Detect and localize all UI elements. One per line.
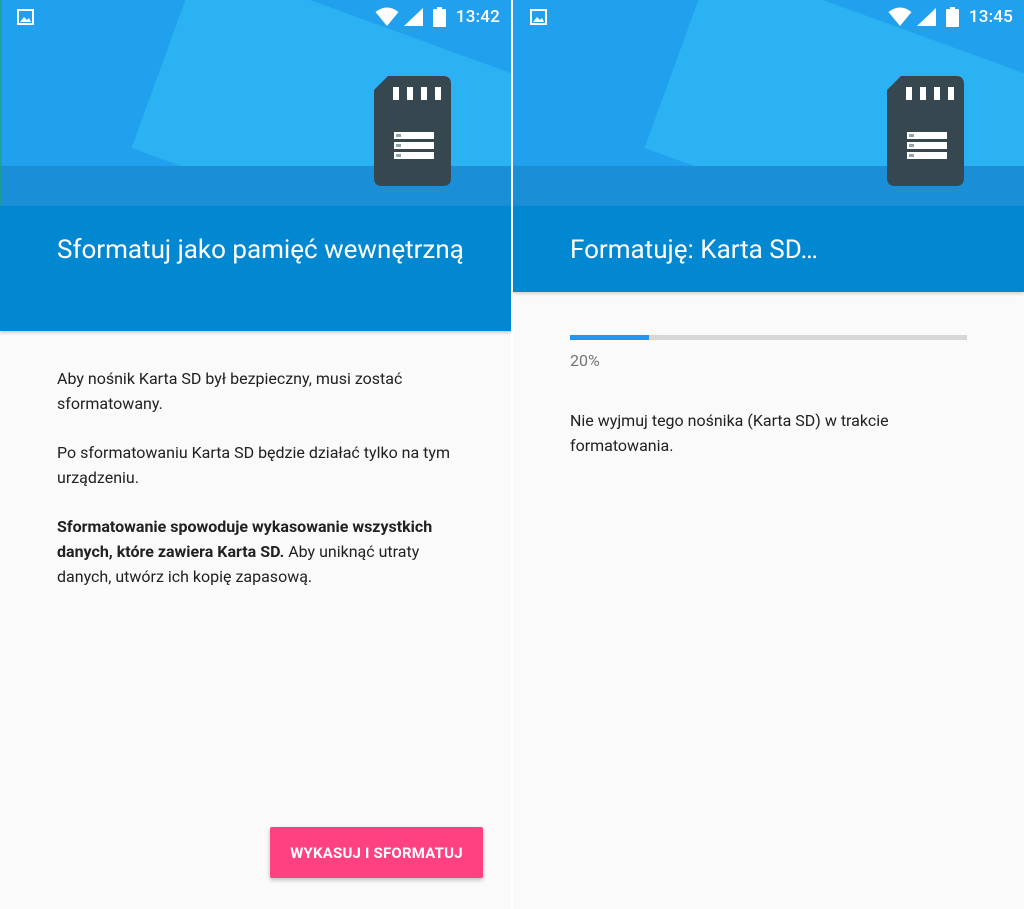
wifi-icon bbox=[375, 7, 399, 26]
description-paragraph: Aby nośnik Karta SD był bezpieczny, musi… bbox=[57, 369, 403, 413]
battery-icon bbox=[945, 7, 959, 27]
title-bar: Formatuję: Karta SD… bbox=[513, 206, 1024, 292]
status-bar: 13:45 bbox=[513, 0, 1024, 34]
status-bar-time: 13:45 bbox=[968, 7, 1013, 27]
image-notification-icon bbox=[17, 9, 34, 25]
battery-icon bbox=[432, 7, 446, 27]
sd-card-icon bbox=[374, 76, 451, 186]
formatting-progress-screen: 13:45 Formatuję: Karta SD… 20% Nie wyjmu… bbox=[513, 0, 1024, 909]
page-title: Formatuję: Karta SD… bbox=[570, 235, 818, 265]
signal-icon bbox=[916, 8, 936, 26]
status-bar-time: 13:42 bbox=[455, 7, 500, 27]
page-title: Sformatuj jako pamięć wewnętrzną bbox=[57, 235, 464, 265]
formatting-message: Nie wyjmuj tego nośnika (Karta SD) w tra… bbox=[570, 411, 889, 455]
title-bar: Sformatuj jako pamięć wewnętrzną bbox=[0, 206, 511, 331]
image-notification-icon bbox=[530, 9, 547, 25]
wifi-icon bbox=[888, 7, 912, 26]
status-bar: 13:42 bbox=[0, 0, 511, 34]
description-text: Aby nośnik Karta SD był bezpieczny, musi… bbox=[57, 366, 457, 613]
format-progress-bar bbox=[570, 335, 967, 340]
erase-and-format-button[interactable]: WYKASUJ I SFORMATUJ bbox=[270, 827, 483, 878]
description-paragraph: Po sformatowaniu Karta SD będzie działać… bbox=[57, 443, 451, 487]
sd-card-icon bbox=[887, 76, 964, 186]
warning-paragraph: Sformatowanie spowoduje wykasowanie wszy… bbox=[57, 514, 457, 589]
signal-icon bbox=[403, 8, 423, 26]
format-confirm-screen: 13:42 Sformatuj jako pamięć wewnętrzną A… bbox=[0, 0, 511, 909]
format-progress-fill bbox=[570, 335, 650, 340]
progress-percent: 20% bbox=[570, 351, 600, 370]
